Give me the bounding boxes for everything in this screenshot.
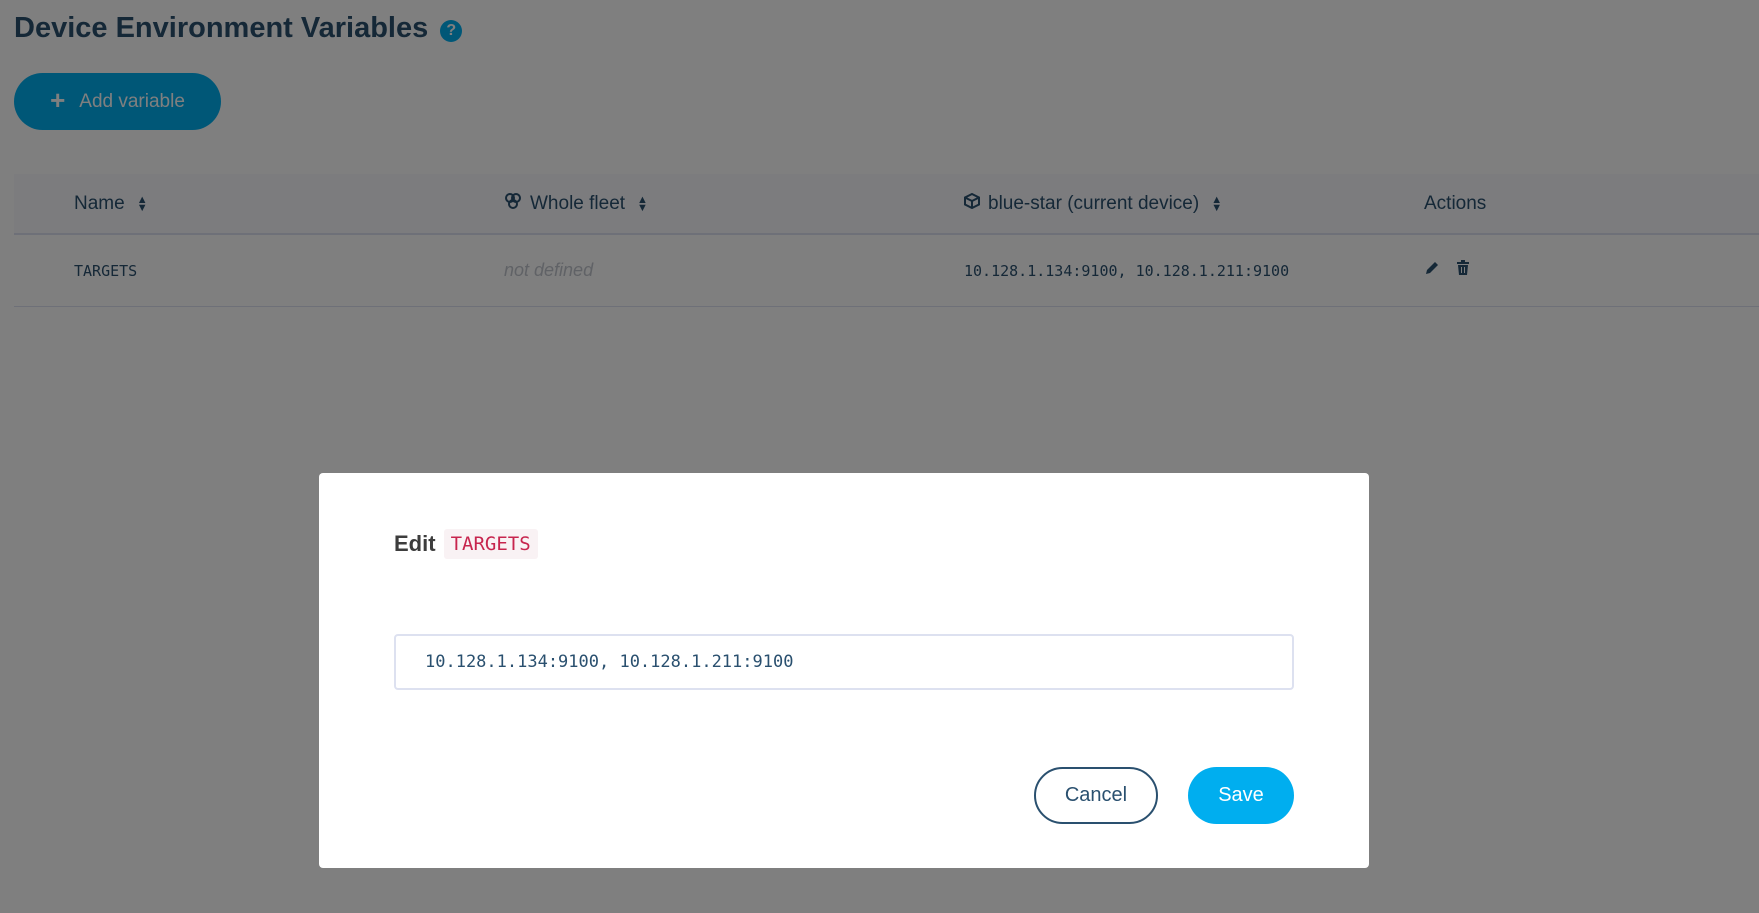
variable-value-input[interactable] bbox=[394, 634, 1294, 690]
cancel-button[interactable]: Cancel bbox=[1034, 767, 1158, 824]
save-button[interactable]: Save bbox=[1188, 767, 1294, 824]
variable-name-chip: TARGETS bbox=[443, 529, 538, 559]
modal-title: Edit TARGETS bbox=[394, 529, 538, 559]
modal-title-prefix: Edit bbox=[394, 531, 436, 556]
edit-variable-modal: Edit TARGETS Cancel Save bbox=[319, 473, 1369, 868]
